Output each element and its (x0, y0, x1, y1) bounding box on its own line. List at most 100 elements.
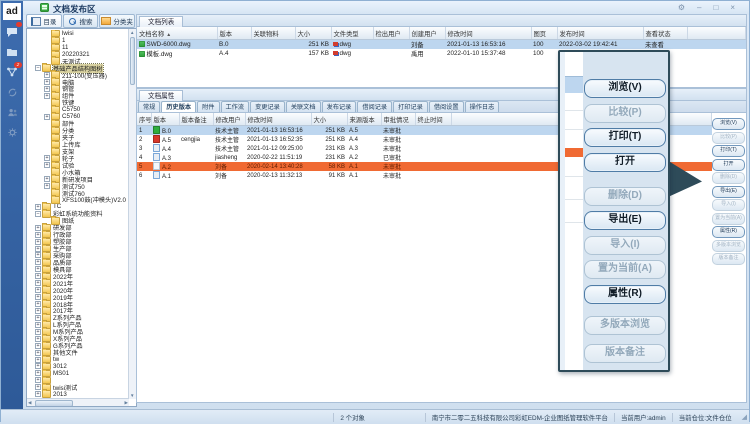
contacts-icon[interactable] (1, 102, 23, 122)
column-header[interactable]: 大小 (311, 113, 347, 126)
action-open-side-button[interactable]: 打开 (712, 159, 745, 171)
column-header[interactable]: 修改时间 (245, 113, 311, 126)
action-properties-side-button[interactable]: 属性(R) (712, 226, 745, 238)
close-button[interactable]: × (730, 2, 735, 13)
tree-item[interactable]: +211-100(变压器) (29, 72, 128, 79)
expand-icon[interactable]: + (35, 259, 41, 265)
scroll-up-icon[interactable]: ▲ (130, 29, 134, 36)
expand-icon[interactable]: + (35, 252, 41, 258)
collapse-icon[interactable]: − (35, 211, 41, 217)
action-browse-button[interactable]: 浏览(V) (584, 79, 666, 98)
collapse-icon[interactable]: − (35, 65, 41, 71)
expand-icon[interactable]: + (44, 162, 50, 168)
app-logo[interactable]: ad (3, 3, 21, 20)
action-export-button[interactable]: 导出(E) (584, 211, 666, 230)
sync-icon[interactable] (1, 82, 23, 102)
scroll-down-icon[interactable]: ▼ (130, 392, 134, 399)
expand-icon[interactable]: + (35, 322, 41, 328)
maximize-button[interactable]: □ (713, 2, 718, 13)
action-open-button[interactable]: 打开 (584, 153, 666, 172)
expand-icon[interactable]: + (35, 357, 41, 363)
action-print-button[interactable]: 打印(T) (584, 128, 666, 147)
expand-icon[interactable]: + (44, 79, 50, 85)
column-header[interactable]: 版本备注 (179, 113, 213, 126)
tree-item[interactable]: 部件 (29, 120, 128, 127)
column-header[interactable]: 审批情况 (381, 113, 415, 126)
action-properties-button[interactable]: 属性(R) (584, 285, 666, 304)
scroll-thumb[interactable] (130, 37, 135, 85)
expand-icon[interactable]: + (35, 377, 41, 383)
expand-icon[interactable]: + (44, 183, 50, 189)
expand-icon[interactable]: + (35, 266, 41, 272)
expand-icon[interactable]: + (35, 391, 41, 397)
tree-item[interactable]: +2013 (29, 391, 128, 398)
column-header[interactable]: 版本 (151, 113, 179, 126)
documents-icon[interactable] (1, 42, 23, 62)
settings-gear-icon[interactable] (1, 122, 23, 142)
expand-icon[interactable]: + (35, 315, 41, 321)
minimize-button[interactable]: – (697, 2, 701, 13)
column-header[interactable]: 图页 (531, 27, 557, 40)
expand-icon[interactable]: + (35, 246, 41, 252)
expand-icon[interactable]: + (35, 204, 41, 210)
expand-icon[interactable]: + (44, 176, 50, 182)
expand-icon[interactable]: + (35, 363, 41, 369)
expand-icon[interactable]: + (35, 329, 41, 335)
expand-icon[interactable]: + (44, 72, 50, 78)
action-browse-side-button[interactable]: 浏览(V) (712, 118, 745, 130)
column-header[interactable]: 修改用户 (213, 113, 245, 126)
scroll-left-icon[interactable]: ◀ (28, 399, 31, 406)
scroll-thumb[interactable] (35, 400, 73, 407)
skin-button[interactable]: ⚙ (678, 2, 685, 13)
tree-item[interactable]: 上传库 (29, 141, 128, 148)
expand-icon[interactable]: + (35, 384, 41, 390)
column-header[interactable]: 创建用户 (409, 27, 445, 40)
tree-item[interactable]: 11 (29, 44, 128, 51)
expand-icon[interactable]: + (35, 336, 41, 342)
tree-item[interactable]: 铁键 (29, 99, 128, 106)
expand-icon[interactable]: + (35, 280, 41, 286)
expand-icon[interactable]: + (35, 232, 41, 238)
doc-row[interactable]: SWD-6000.dwgB.0251 KBdwg刘备2021-01-13 16:… (137, 40, 746, 50)
expand-icon[interactable]: + (35, 225, 41, 231)
column-header[interactable]: 修改时间 (445, 27, 531, 40)
chat-icon[interactable] (1, 22, 23, 42)
workflow-icon[interactable]: 2 (1, 62, 23, 82)
tree-item[interactable]: +轮子 (29, 155, 128, 162)
tree-item[interactable]: 分类 (29, 127, 128, 134)
tab-search[interactable]: 搜索 (63, 14, 99, 28)
tree-item[interactable]: 支架 (29, 148, 128, 155)
expand-icon[interactable]: + (35, 308, 41, 314)
expand-icon[interactable]: + (35, 343, 41, 349)
expand-icon[interactable]: + (35, 370, 41, 376)
expand-icon[interactable]: + (35, 239, 41, 245)
expand-icon[interactable]: + (35, 301, 41, 307)
column-header[interactable]: 关联物料 (251, 27, 295, 40)
column-header[interactable]: 序号 (137, 113, 151, 126)
column-header[interactable]: 发布时间 (557, 27, 643, 40)
tree-horizontal-scrollbar[interactable]: ◀ ▶ (27, 398, 129, 406)
resize-grip[interactable]: ◢ (738, 413, 749, 421)
scroll-right-icon[interactable]: ▶ (125, 399, 128, 406)
action-print-side-button[interactable]: 打印(T) (712, 145, 745, 157)
expand-icon[interactable]: + (44, 86, 50, 92)
expand-icon[interactable]: + (35, 287, 41, 293)
tree-item[interactable]: +电脑 (29, 79, 128, 86)
column-header[interactable]: 来源版本 (347, 113, 381, 126)
tree-item[interactable]: C5750 (29, 106, 128, 113)
expand-icon[interactable]: + (35, 273, 41, 279)
tree-item[interactable]: +C5760 (29, 113, 128, 120)
tree-item[interactable]: +组件 (29, 92, 128, 99)
action-export-side-button[interactable]: 导出(E) (712, 186, 745, 198)
expand-icon[interactable]: + (44, 93, 50, 99)
column-header[interactable]: 文档名称▲ (137, 27, 217, 40)
tab-directory[interactable]: 目录 (26, 14, 62, 28)
expand-icon[interactable]: + (44, 155, 50, 161)
column-header[interactable]: 查看状态 (643, 27, 687, 40)
column-header[interactable]: 版本 (217, 27, 251, 40)
column-header[interactable]: 检出用户 (373, 27, 409, 40)
expand-icon[interactable]: + (35, 350, 41, 356)
tree-item[interactable]: +钢管 (29, 86, 128, 93)
column-header[interactable]: 文件类型 (331, 27, 373, 40)
tree-item[interactable]: −彩虹系统功能资料 (29, 210, 128, 217)
